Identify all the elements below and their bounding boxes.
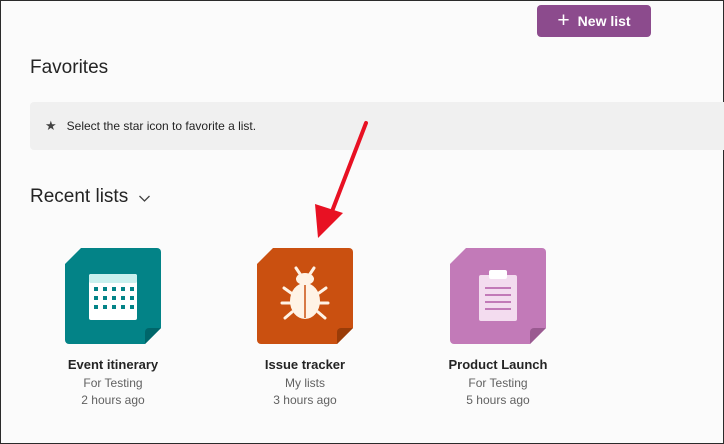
list-card-name[interactable]: Event itinerary: [18, 357, 208, 372]
recent-lists-heading: Recent lists: [30, 186, 129, 207]
clipboard-icon[interactable]: [450, 248, 546, 344]
list-card-name[interactable]: Issue tracker: [210, 357, 400, 372]
star-icon: ★: [45, 118, 57, 133]
list-card-modified: 2 hours ago: [81, 393, 145, 407]
list-card-location: My lists: [285, 376, 325, 390]
new-list-button[interactable]: + New list: [537, 5, 651, 37]
recent-lists-toggle[interactable]: Recent lists: [30, 186, 151, 208]
list-card-location: For Testing: [83, 376, 143, 390]
plus-icon: +: [557, 8, 570, 32]
favorites-empty-banner: ★ Select the star icon to favorite a lis…: [30, 102, 724, 150]
chevron-down-icon: [139, 195, 151, 202]
bug-icon[interactable]: [257, 248, 353, 344]
list-card-name[interactable]: Product Launch: [403, 357, 593, 372]
list-card-modified: 5 hours ago: [466, 393, 530, 407]
calendar-icon[interactable]: [65, 248, 161, 344]
new-list-label: New list: [577, 13, 631, 29]
list-card-modified: 3 hours ago: [273, 393, 337, 407]
favorites-hint: Select the star icon to favorite a list.: [66, 119, 257, 133]
list-card-location: For Testing: [468, 376, 528, 390]
favorites-heading: Favorites: [30, 57, 109, 78]
